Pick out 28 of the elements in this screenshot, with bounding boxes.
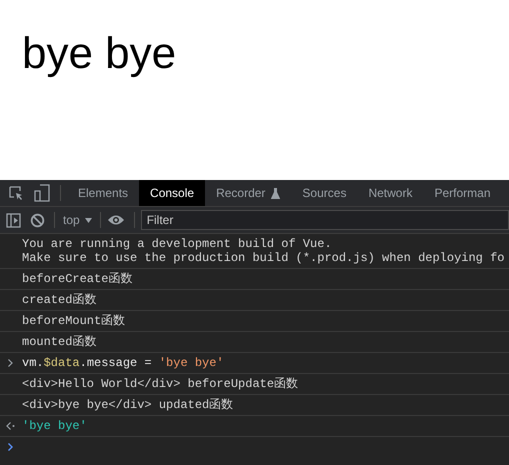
prompt-chevron-icon[interactable]: [8, 443, 13, 451]
tab[interactable]: Elements: [67, 180, 140, 206]
console-result: 'bye bye': [22, 419, 87, 433]
device-icon[interactable]: [33, 184, 51, 202]
eye-icon[interactable]: [106, 214, 125, 226]
console-command: vm.$data.message = 'bye bye': [22, 356, 224, 370]
console-message: <div>Hello World</div> beforeUpdate函数: [22, 377, 298, 391]
clear-icon[interactable]: [30, 212, 45, 228]
tab[interactable]: Recorder: [205, 180, 292, 206]
tab[interactable]: Performan: [423, 180, 502, 206]
caret-icon: [84, 218, 92, 222]
console-message: beforeCreate函数: [22, 272, 132, 286]
tab[interactable]: Sources: [291, 180, 358, 206]
tab[interactable]: Console: [139, 180, 206, 206]
page-heading: bye bye: [22, 28, 176, 80]
console-message: beforeMount函数: [22, 314, 126, 328]
console-message: You are running a development build of Vue.: [22, 237, 332, 251]
sidebar-icon[interactable]: [6, 212, 21, 228]
result-arrow-icon: [6, 422, 15, 430]
console-message: <div>bye bye</div> updated函数: [22, 398, 234, 412]
console-message: created函数: [22, 293, 96, 307]
context-dropdown[interactable]: top: [61, 213, 100, 227]
input-chevron-icon: [8, 359, 13, 367]
console-message: Make sure to use the production build (*.prod.js) when deploying fo: [22, 251, 504, 265]
filter-field[interactable]: Filter: [140, 210, 509, 230]
console-message: mounted函数: [22, 335, 96, 349]
inspect-icon[interactable]: [8, 185, 24, 201]
tab[interactable]: Network: [357, 180, 424, 206]
